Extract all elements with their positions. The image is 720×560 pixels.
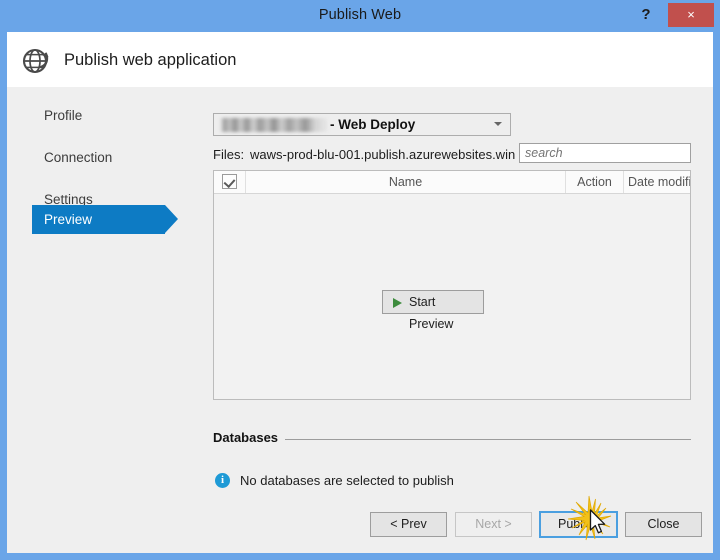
sidebar-item-profile[interactable]: Profile	[32, 101, 177, 130]
file-list-panel[interactable]: Name Action Date modifie Start Preview	[213, 170, 691, 400]
files-path-text: waws-prod-blu-001.publish.azurewebsites.…	[250, 147, 515, 162]
globe-publish-icon	[20, 43, 54, 77]
start-preview-button[interactable]: Start Preview	[382, 290, 484, 331]
file-list-header: Name Action Date modifie	[214, 171, 690, 194]
publish-profile-combobox[interactable]: - Web Deploy	[213, 113, 511, 136]
files-label: Files:	[213, 147, 245, 162]
select-all-header[interactable]	[214, 171, 246, 193]
profile-name-redacted	[220, 118, 328, 132]
chevron-down-icon	[494, 122, 502, 126]
databases-section-header: Databases	[213, 430, 691, 446]
close-button[interactable]: Close	[625, 512, 702, 537]
sidebar-item-connection[interactable]: Connection	[32, 143, 177, 172]
databases-message-text: No databases are selected to publish	[240, 473, 454, 488]
column-header-action[interactable]: Action	[566, 171, 624, 193]
page-title: Publish web application	[64, 51, 237, 69]
help-button[interactable]: ?	[634, 1, 658, 29]
column-header-name[interactable]: Name	[246, 171, 566, 193]
info-icon	[215, 473, 230, 488]
select-all-checkbox[interactable]	[222, 174, 237, 189]
file-list-body: Start Preview	[214, 194, 690, 399]
close-window-button[interactable]: ×	[668, 3, 714, 27]
column-header-date-modified[interactable]: Date modifie	[624, 171, 690, 193]
window-title: Publish Web	[318, 7, 402, 23]
wizard-sidebar: Profile Connection Settings Preview	[7, 87, 187, 553]
dialog-header: Publish web application	[7, 32, 713, 87]
search-input[interactable]	[520, 144, 690, 162]
publish-web-dialog: Publish Web ? × Publish web application …	[0, 0, 720, 560]
profile-combobox-label: - Web Deploy	[330, 117, 416, 132]
next-button: Next >	[455, 512, 532, 537]
databases-title: Databases	[213, 430, 286, 445]
sidebar-item-preview[interactable]: Preview	[32, 205, 178, 234]
play-icon	[393, 298, 402, 308]
search-input-wrapper[interactable]	[519, 143, 691, 163]
title-bar: Publish Web ? ×	[0, 0, 720, 32]
dialog-body: Profile Connection Settings Preview - We…	[7, 87, 713, 553]
start-preview-label: Start Preview	[409, 295, 454, 331]
publish-button[interactable]: Publish	[539, 511, 618, 538]
prev-button[interactable]: < Prev	[370, 512, 447, 537]
preview-panel: - Web Deploy Files: waws-prod-blu-001.pu…	[187, 87, 713, 553]
